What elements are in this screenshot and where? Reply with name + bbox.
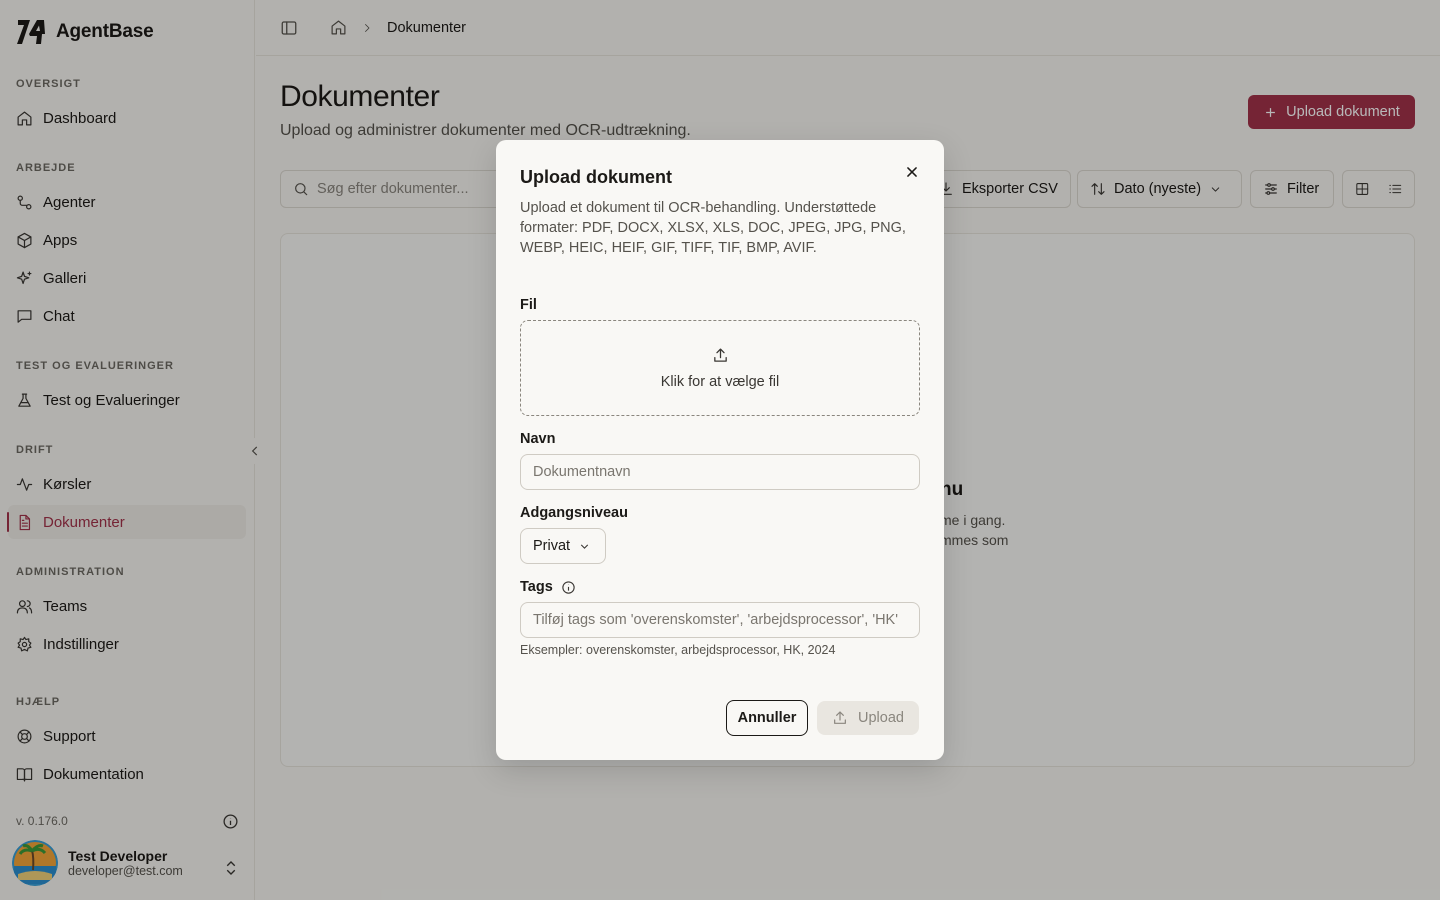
tags-input[interactable] <box>520 602 920 638</box>
cancel-button[interactable]: Annuller <box>726 700 808 736</box>
close-button[interactable] <box>902 162 922 182</box>
upload-dialog: Upload dokument Upload et dokument til O… <box>496 140 944 760</box>
upload-icon <box>713 347 727 362</box>
tags-hint: Eksempler: overenskomster, arbejdsproces… <box>520 643 836 657</box>
tags-label: Tags <box>520 579 553 595</box>
tags-label-row: Tags <box>520 579 576 595</box>
info-icon[interactable] <box>561 580 576 595</box>
file-dropzone[interactable]: Klik for at vælge fil <box>520 320 920 416</box>
access-level-select[interactable]: Privat <box>520 528 606 564</box>
access-level-value: Privat <box>533 538 571 554</box>
access-level-label: Adgangsniveau <box>520 505 628 521</box>
file-label: Fil <box>520 297 537 313</box>
upload-label: Upload <box>858 710 904 726</box>
chevron-down-icon <box>580 543 589 549</box>
close-icon <box>907 167 917 177</box>
upload-button[interactable]: Upload <box>817 701 919 735</box>
dropzone-text: Klik for at vælge fil <box>660 373 780 390</box>
dialog-description: Upload et dokument til OCR-behandling. U… <box>520 200 906 256</box>
name-label: Navn <box>520 431 556 447</box>
upload-icon <box>834 711 846 724</box>
dialog-title: Upload dokument <box>520 167 672 187</box>
document-name-input[interactable] <box>520 454 920 490</box>
